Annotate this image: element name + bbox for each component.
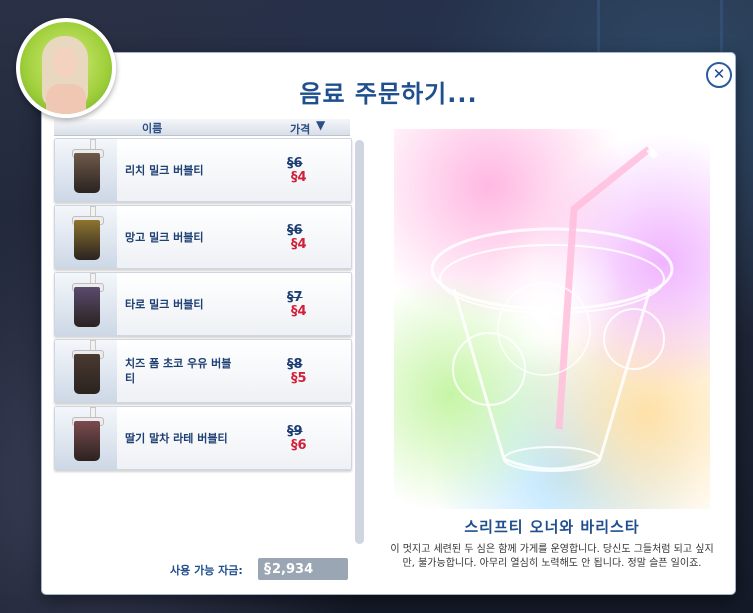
simoleon-icon: § [264,561,271,577]
sale-price: §4 [291,170,307,185]
sale-price: §6 [291,438,307,453]
drink-thumbnail [55,407,117,469]
list-scrollbar[interactable] [355,140,364,544]
drink-item[interactable]: 타로 밀크 버블티 §7 §4 [54,272,352,336]
funds-label: 사용 가능 자금: [170,564,243,577]
drink-item[interactable]: 리치 밀크 버블티 §6 §4 [54,138,352,202]
dialog-title: 음료 주문하기... [299,80,478,108]
drink-thumbnail [55,206,117,268]
drink-item[interactable]: 망고 밀크 버블티 §6 §4 [54,205,352,269]
drink-name: 타로 밀크 버블티 [125,298,204,311]
original-price: §6 [287,156,303,171]
detail-title: 스리프티 오너와 바리스타 [464,518,640,536]
drink-name: 망고 밀크 버블티 [125,231,204,244]
sim-avatar-icon [16,18,116,118]
funds-display: §2,934 [258,558,348,580]
column-header-price[interactable]: 가격 [290,121,310,137]
drink-thumbnail [55,340,117,402]
sale-price: §4 [291,237,307,252]
list-header: 이름 가격 ▼ [54,118,350,137]
close-icon[interactable]: ✕ [706,62,732,88]
sale-price: §5 [291,371,307,386]
original-price: §8 [287,357,303,372]
original-price: §7 [287,290,303,305]
drink-preview-image [394,129,710,509]
sale-price: §4 [291,304,307,319]
funds-amount: 2,934 [272,562,314,577]
drink-thumbnail [55,273,117,335]
scrollbar-thumb[interactable] [355,140,364,544]
original-price: §6 [287,223,303,238]
drink-thumbnail [55,139,117,201]
drink-name: 치즈 폼 초코 우유 버블티 [125,357,232,385]
drink-name: 딸기 말차 라테 버블티 [125,432,228,445]
drink-name: 리치 밀크 버블티 [125,164,204,177]
drink-item[interactable]: 치즈 폼 초코 우유 버블티 §8 §5 [54,339,352,403]
sort-arrow-icon[interactable]: ▼ [316,118,325,132]
detail-description: 이 멋지고 세련된 두 심은 함께 가게를 운영합니다. 당신도 그들처럼 되고… [390,544,714,569]
original-price: §9 [287,424,303,439]
drink-item[interactable]: 딸기 말차 라테 버블티 §9 §6 [54,406,352,470]
column-header-name[interactable]: 이름 [142,120,162,136]
